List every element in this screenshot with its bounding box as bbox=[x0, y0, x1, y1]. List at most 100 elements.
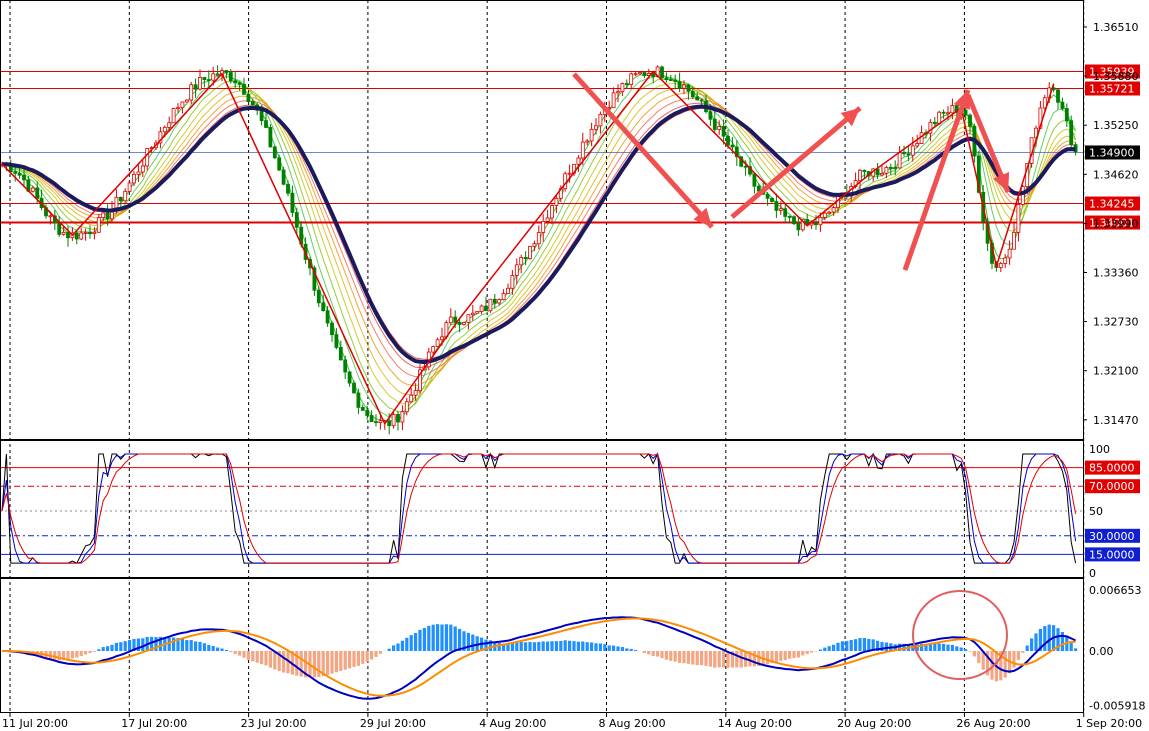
candle-body bbox=[1060, 101, 1065, 109]
macd-histogram-bar bbox=[211, 646, 215, 651]
candle-body bbox=[184, 99, 189, 103]
macd-histogram-bar bbox=[264, 651, 268, 666]
macd-histogram-bar bbox=[1021, 651, 1025, 653]
macd-histogram-bar bbox=[1025, 645, 1029, 651]
macd-histogram-bar bbox=[414, 633, 418, 651]
candle-body bbox=[479, 305, 484, 312]
candle-body bbox=[264, 120, 268, 128]
candle-body bbox=[730, 144, 735, 148]
candle-body bbox=[519, 257, 524, 266]
macd-histogram-bar bbox=[312, 651, 316, 678]
macd-histogram-bar bbox=[818, 649, 822, 651]
candle-body bbox=[343, 359, 348, 373]
candle-body bbox=[506, 287, 510, 294]
candle-body bbox=[189, 84, 194, 101]
macd-histogram-bar bbox=[409, 635, 413, 651]
candle-body bbox=[360, 407, 365, 411]
macd-histogram-bar bbox=[418, 629, 422, 651]
chart-canvas: 1.359391.357211.342451.340011.349001.365… bbox=[0, 0, 1145, 730]
candle-body bbox=[92, 231, 97, 235]
price-tick-label: 1.31470 bbox=[1093, 414, 1139, 427]
candle-body bbox=[325, 310, 330, 324]
macd-histogram-bar bbox=[444, 624, 448, 651]
candle-body bbox=[136, 171, 141, 175]
macd-histogram-bar bbox=[88, 651, 92, 654]
x-tick-label: 1 Sep 20:00 bbox=[1076, 717, 1142, 730]
candle-body bbox=[778, 208, 783, 211]
macd-histogram-bar bbox=[612, 645, 616, 651]
panel-frames bbox=[0, 0, 1084, 713]
zigzag-polyline bbox=[1, 70, 1055, 426]
macd-histogram-bar bbox=[506, 643, 510, 651]
candle-body bbox=[387, 420, 392, 427]
macd-histogram-bar bbox=[550, 641, 554, 651]
macd-histogram-bar bbox=[823, 647, 827, 651]
candle-body bbox=[356, 392, 361, 408]
price-tick-label: 1.33990 bbox=[1093, 217, 1139, 230]
macd-histogram-bar bbox=[110, 644, 114, 651]
macd-histogram-bar bbox=[656, 651, 660, 657]
macd-histogram-bar bbox=[172, 637, 176, 651]
candle-body bbox=[673, 79, 678, 82]
macd-histogram-bar bbox=[220, 648, 224, 651]
macd-histogram-bar bbox=[75, 651, 79, 658]
candle-body bbox=[589, 128, 594, 142]
candle-body bbox=[770, 197, 774, 202]
candle-body bbox=[910, 145, 915, 156]
macd-histogram-bar bbox=[1030, 638, 1034, 651]
candle-body bbox=[88, 231, 92, 235]
candle-body bbox=[17, 172, 22, 176]
price-tick-label: 1.36510 bbox=[1093, 21, 1139, 34]
macd-histogram-bar bbox=[568, 640, 572, 651]
osc-tick-label: 0 bbox=[1089, 567, 1096, 580]
candle-body bbox=[365, 409, 370, 416]
candle-body bbox=[708, 111, 713, 120]
macd-histogram-bar bbox=[607, 645, 611, 651]
candle-body bbox=[30, 187, 35, 192]
x-tick-label: 4 Aug 20:00 bbox=[479, 717, 546, 730]
candle-body bbox=[576, 157, 581, 165]
macd-histogram-bar bbox=[497, 642, 501, 651]
macd-histogram-bar bbox=[686, 651, 690, 664]
macd-histogram-bar bbox=[603, 644, 607, 651]
macd-histogram-bar bbox=[849, 639, 853, 651]
candle-body bbox=[902, 152, 906, 155]
candle-body bbox=[831, 207, 836, 213]
macd-histogram-bar bbox=[458, 628, 462, 651]
macd-histogram-bar bbox=[774, 651, 778, 663]
macd-histogram-bar bbox=[255, 651, 259, 663]
macd-histogram-bar bbox=[616, 646, 620, 651]
macd-histogram-bar bbox=[185, 640, 189, 651]
macd-histogram-bar bbox=[229, 651, 233, 653]
candle-body bbox=[409, 394, 414, 403]
candle-body bbox=[400, 411, 405, 423]
macd-histogram-bar bbox=[840, 641, 844, 651]
macd-histogram-bar bbox=[251, 651, 255, 662]
macd-histogram-bar bbox=[541, 641, 545, 651]
macd-histogram-bar bbox=[678, 651, 682, 663]
candle-body bbox=[259, 109, 264, 121]
macd-histogram-bar bbox=[964, 649, 968, 651]
macd-histogram-bar bbox=[317, 651, 321, 678]
x-tick-label: 8 Aug 20:00 bbox=[599, 717, 666, 730]
macd-histogram-bar bbox=[836, 642, 840, 651]
macd-histogram-bar bbox=[123, 641, 127, 651]
macd-histogram-bar bbox=[92, 651, 96, 652]
macd-histogram-bar bbox=[682, 651, 686, 664]
candle-body bbox=[352, 382, 356, 394]
candle-body bbox=[83, 231, 88, 234]
macd-histogram-bar bbox=[766, 651, 770, 665]
candle-body bbox=[233, 80, 238, 84]
macd-histogram-bar bbox=[867, 638, 871, 651]
macd-line bbox=[2, 616, 1077, 700]
osc-tick-label: 100 bbox=[1089, 443, 1110, 456]
macd-histogram-bar bbox=[198, 641, 202, 651]
candle-body bbox=[145, 147, 150, 167]
macd-histogram-bar bbox=[664, 651, 668, 660]
candle-body bbox=[272, 146, 277, 159]
macd-histogram-bar bbox=[572, 641, 576, 651]
macd-histogram-bar bbox=[669, 651, 673, 661]
macd-histogram-bar bbox=[1012, 651, 1016, 668]
candle-body bbox=[624, 83, 629, 86]
candle-body bbox=[690, 90, 695, 98]
